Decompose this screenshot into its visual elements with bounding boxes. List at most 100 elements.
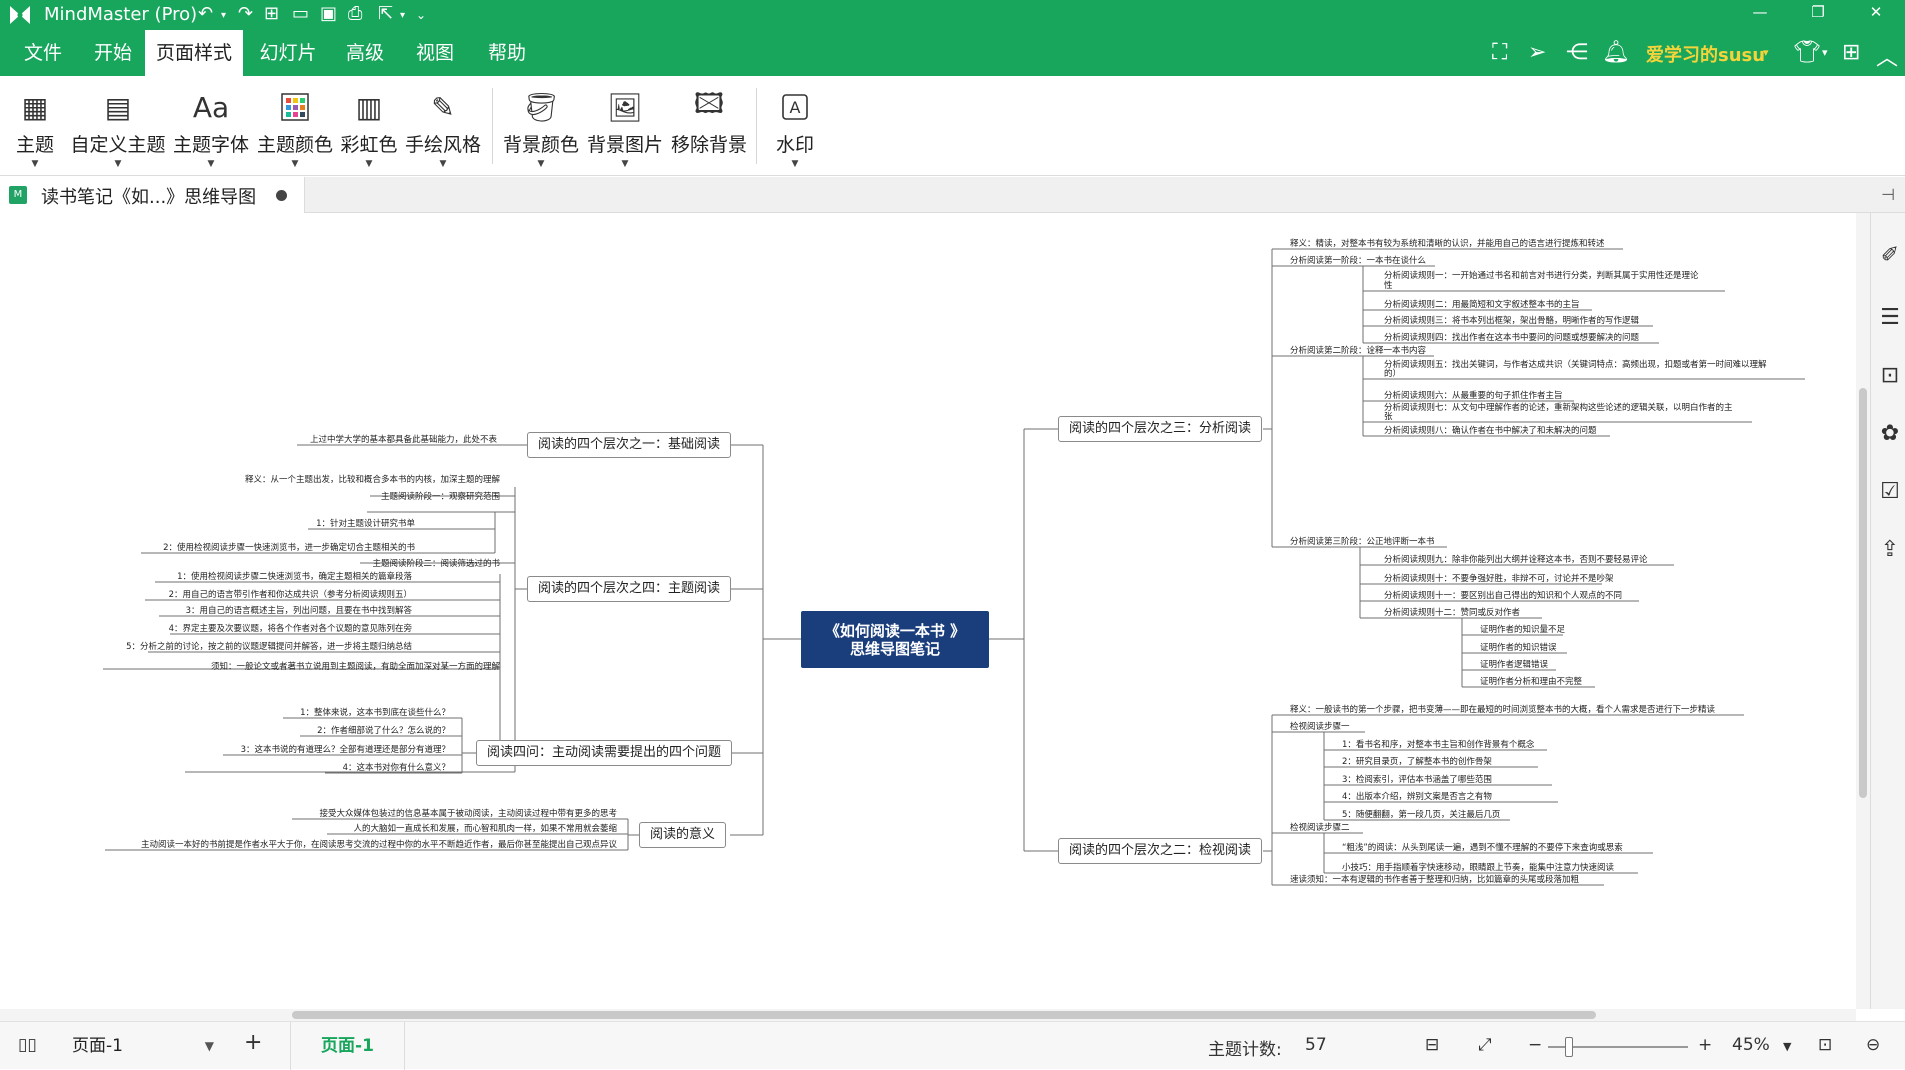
print-icon[interactable]: ⎙ xyxy=(348,3,362,24)
background-color-button[interactable]: 🪣︎ 背景颜色 ▼ xyxy=(502,84,580,174)
topic-leaf[interactable]: 释义：精读，对整本书有较为系统和清晰的认识，并能用自己的语言进行提炼和转述 xyxy=(1290,239,1605,249)
tab-home[interactable]: 开始 xyxy=(78,30,148,76)
tab-file[interactable]: 文件 xyxy=(8,30,78,76)
topic-leaf[interactable]: 5：分析之前的讨论，按之前的议题逻辑提问并解答，进一步将主题归纳总结 xyxy=(100,642,412,652)
topic-leaf[interactable]: 主题阅读阶段二：阅读筛选过的书 xyxy=(355,559,500,569)
topic-leaf[interactable]: 1：整体来说，这本书到底在谈些什么？ xyxy=(280,708,450,718)
branch-basic-reading[interactable]: 阅读的四个层次之一：基础阅读 xyxy=(527,432,732,458)
rainbow-color-button[interactable]: ▥ 彩虹色 ▼ xyxy=(340,84,398,174)
topic-leaf[interactable]: 分析阅读规则五：找出关键词，与作者达成共识（关键词特点：高频出现，扣题或者第一时… xyxy=(1384,360,1767,370)
topic-leaf[interactable]: 张 xyxy=(1384,412,1393,422)
fit-screen-icon[interactable]: ⊡ xyxy=(1818,1035,1832,1055)
remove-background-button[interactable]: 🖾︎ 移除背景 xyxy=(670,84,748,174)
collapse-ribbon-icon[interactable]: ︿ xyxy=(1876,40,1898,72)
topic-leaf[interactable]: 3：用自己的语言概述主旨，列出问题，且要在书中找到解答 xyxy=(155,606,412,616)
send-icon[interactable]: ➢ xyxy=(1528,40,1546,65)
tab-help[interactable]: 帮助 xyxy=(472,30,542,76)
topic-leaf[interactable]: 4：界定主要及次要议题，将各个作者对各个议题的意见陈列在旁 xyxy=(145,624,412,634)
customize-toolbar-icon[interactable]: ⌄ xyxy=(416,8,426,22)
export-icon[interactable]: ⇱ xyxy=(378,3,393,24)
fullscreen-exit-icon[interactable]: ⊖ xyxy=(1866,1035,1880,1055)
topic-leaf[interactable]: 的） xyxy=(1384,369,1401,379)
custom-theme-button[interactable]: ▤ 自定义主题 ▼ xyxy=(70,84,166,174)
fit-width-icon[interactable]: ⤢ xyxy=(1478,1035,1492,1055)
topic-leaf[interactable]: 4：出版本介绍，辨别文案是否言之有物 xyxy=(1342,792,1492,802)
vertical-scroll-thumb[interactable] xyxy=(1859,388,1867,798)
zoom-level[interactable]: 45% xyxy=(1732,1035,1770,1055)
theme-color-button[interactable]: 主题颜色 ▼ xyxy=(256,84,334,174)
export-dropdown-icon[interactable]: ▾ xyxy=(400,10,405,21)
topic-leaf[interactable]: 分析阅读规则六：从最重要的句子抓住作者主旨 xyxy=(1384,391,1563,401)
topic-leaf[interactable]: 3：检阅索引，评估本书涵盖了哪些范围 xyxy=(1342,775,1492,785)
topic-leaf[interactable]: 分析阅读规则一：一开始通过书名和前言对书进行分类，判断其属于实用性还是理论 xyxy=(1384,271,1699,281)
restore-button[interactable]: ❐ xyxy=(1789,0,1847,30)
format-brush-icon[interactable]: ✐ xyxy=(1876,243,1904,268)
topic-leaf[interactable]: 分析阅读规则九：除非你能列出大纲并诠释这本书，否则不要轻易评论 xyxy=(1384,555,1648,565)
topic-leaf[interactable]: 2：使用检视阅读步骤一快速浏览书，进一步确定切合主题相关的书 xyxy=(135,543,415,553)
topic-leaf[interactable]: 释义：从一个主题出发，比较和概合多本书的内核，加深主题的理解 xyxy=(210,475,500,485)
branch-analytical-reading[interactable]: 阅读的四个层次之三：分析阅读 xyxy=(1058,416,1263,442)
zoom-slider-thumb[interactable] xyxy=(1565,1037,1573,1057)
page-panel-toggle-icon[interactable]: ▯▯ xyxy=(18,1035,37,1055)
undo-dropdown-icon[interactable]: ▾ xyxy=(221,10,226,21)
topic-leaf[interactable]: 检视阅读步骤一 xyxy=(1290,722,1350,732)
zoom-dropdown-icon[interactable]: ▼ xyxy=(1783,1040,1791,1053)
page-select-dropdown[interactable]: 页面-1 ▼ xyxy=(62,1030,222,1062)
close-button[interactable]: ✕ xyxy=(1847,0,1905,30)
hand-drawn-style-button[interactable]: ✎ 手绘风格 ▼ xyxy=(404,84,482,174)
topic-leaf[interactable]: 3：这本书说的有道理么？全部有道理还是部分有道理？ xyxy=(218,745,450,755)
background-image-button[interactable]: 🖼︎ 背景图片 ▼ xyxy=(586,84,664,174)
topic-leaf[interactable]: 分析阅读第一阶段：一本书在谈什么 xyxy=(1290,256,1426,266)
topic-leaf[interactable]: 释义：一般读书的第一个步骤，把书变薄——即在最短的时间浏览整本书的大概，看个人需… xyxy=(1290,705,1715,715)
topic-leaf[interactable]: 4：这本书对你有什么意义？ xyxy=(320,763,450,773)
watermark-button[interactable]: A 水印 ▼ xyxy=(766,84,824,174)
tab-advanced[interactable]: 高级 xyxy=(330,30,400,76)
topic-leaf[interactable]: 5：随便翻翻，第一段几页，关注最后几页 xyxy=(1342,810,1500,820)
topic-leaf[interactable]: 人的大脑如一直成长和发展，而心智和肌肉一样，如果不常用就会萎缩 xyxy=(322,824,617,834)
topic-leaf[interactable]: 2：用自己的语言带引作者和你达成共识（参考分析阅读规则五） xyxy=(140,590,412,600)
save-icon[interactable]: ▣ xyxy=(320,3,337,24)
new-file-icon[interactable]: ⊞ xyxy=(264,3,279,24)
zoom-in-icon[interactable]: + xyxy=(1698,1035,1712,1055)
page-tab[interactable]: 页面-1 xyxy=(290,1022,405,1070)
theme-font-button[interactable]: Aa 主题字体 ▼ xyxy=(172,84,250,174)
topic-leaf[interactable]: 2：作者细部说了什么？怎么说的？ xyxy=(295,726,450,736)
vertical-scrollbar[interactable] xyxy=(1856,213,1870,1009)
undo-icon[interactable]: ↶ xyxy=(198,3,213,24)
horizontal-scroll-thumb[interactable] xyxy=(292,1011,1596,1019)
tshirt-skin-icon[interactable]: 👕︎ xyxy=(1793,40,1821,65)
topic-leaf[interactable]: 须知：一般论文或者著书立说用到主题阅读，有助全面加深对某一方面的理解 xyxy=(180,662,500,672)
apps-grid-icon[interactable]: ⊞ xyxy=(1842,40,1860,65)
topic-leaf[interactable]: 性 xyxy=(1384,281,1393,291)
skin-dropdown-icon[interactable]: ▾ xyxy=(1822,46,1828,59)
topic-leaf[interactable]: 接受大众媒体包装过的信息基本属于被动阅读，主动阅读过程中带有更多的思考 xyxy=(287,809,617,819)
task-calendar-icon[interactable]: ☑ xyxy=(1876,479,1904,504)
topic-leaf[interactable]: 1：看书名和序，对整本书主旨和创作背景有个概念 xyxy=(1342,740,1534,750)
minimize-button[interactable]: — xyxy=(1731,0,1789,30)
branch-inspectional-reading[interactable]: 阅读的四个层次之二：检视阅读 xyxy=(1058,838,1263,864)
open-folder-icon[interactable]: ▭ xyxy=(292,3,309,24)
zoom-out-icon[interactable]: − xyxy=(1528,1035,1542,1055)
branch-meaning[interactable]: 阅读的意义 xyxy=(639,822,727,848)
mindmap-canvas[interactable]: 《如何阅读一本书 》 思维导图笔记 阅读的四个层次之一：基础阅读 阅读的四个层次… xyxy=(0,213,1860,1009)
user-dropdown-icon[interactable]: ▾ xyxy=(1763,46,1769,59)
icon-library-icon[interactable]: ✿ xyxy=(1876,421,1904,446)
topic-leaf[interactable]: 主题阅读阶段一：观察研究范围 xyxy=(360,492,500,502)
topic-leaf[interactable]: 证明作者逻辑错误 xyxy=(1480,660,1548,670)
topic-leaf[interactable]: 2：研究目录页，了解整本书的创作骨架 xyxy=(1342,757,1492,767)
horizontal-scrollbar[interactable] xyxy=(0,1009,1856,1021)
central-topic[interactable]: 《如何阅读一本书 》 思维导图笔记 xyxy=(801,611,989,668)
topic-leaf[interactable]: 分析阅读规则四：找出作者在这本书中要问的问题或想要解决的问题 xyxy=(1384,333,1639,343)
theme-button[interactable]: ▦ 主题 ▼ xyxy=(6,84,64,174)
topic-leaf[interactable]: 1：针对主题设计研究书单 xyxy=(300,519,415,529)
user-account-menu[interactable]: 爱学习的susu xyxy=(1646,41,1765,67)
topic-leaf[interactable]: 分析阅读规则七：从文句中理解作者的论述，重新架构这些论述的逻辑关联，以明白作者的… xyxy=(1384,403,1733,413)
topic-leaf[interactable]: 1：使用检视阅读步骤二快速浏览书，确定主题相关的篇章段落 xyxy=(150,572,412,582)
document-tab[interactable]: M 读书笔记《如...》思维导图 xyxy=(0,177,305,213)
tab-view[interactable]: 视图 xyxy=(400,30,470,76)
pin-icon[interactable]: ⊣ xyxy=(1881,185,1895,204)
image-clipart-icon[interactable]: ⊡ xyxy=(1876,363,1904,388)
tab-slides[interactable]: 幻灯片 xyxy=(250,30,326,76)
topic-leaf[interactable]: “粗浅”的阅读：从头到尾读一遍，遇到不懂不理解的不要停下来查询或思索 xyxy=(1342,843,1623,853)
topic-leaf[interactable]: 分析阅读规则十二：赞同或反对作者 xyxy=(1384,608,1520,618)
